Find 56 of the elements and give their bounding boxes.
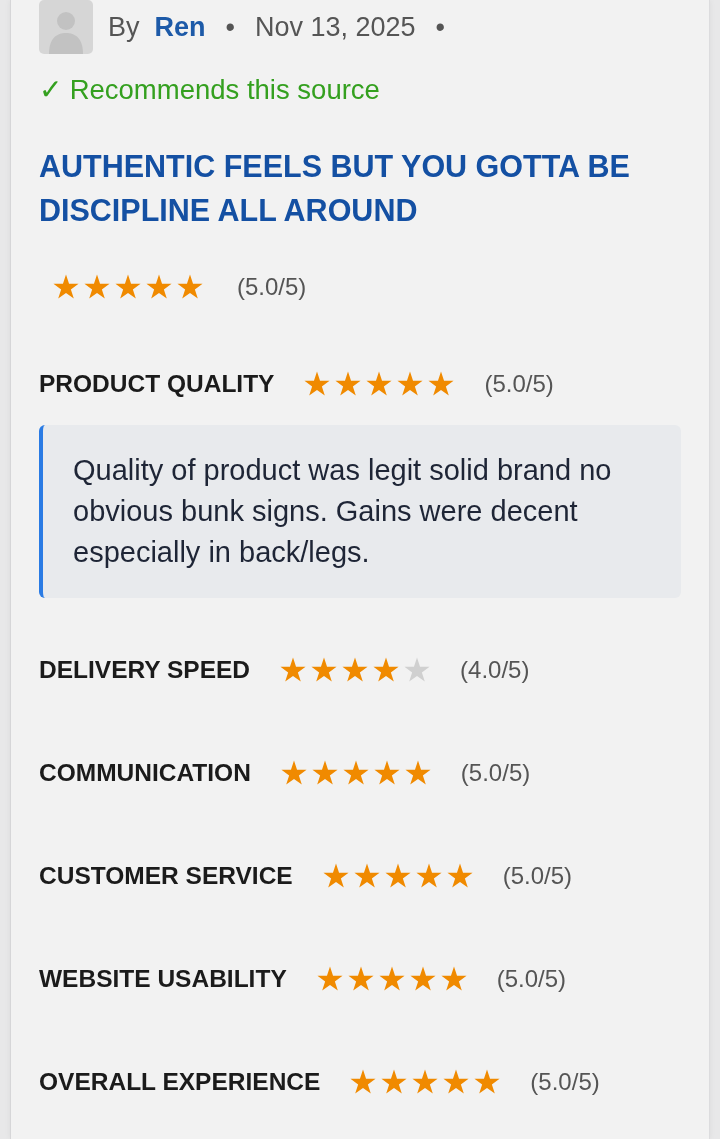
rating-score: (4.0/5) [460, 655, 530, 685]
star-icon [384, 863, 411, 889]
star-icon [373, 760, 400, 786]
rating-score: (5.0/5) [502, 861, 573, 891]
star-icon [146, 274, 172, 300]
separator-dot: • [224, 10, 236, 44]
star-icon [397, 371, 424, 397]
star-icon [342, 657, 369, 683]
rating-label: COMMUNICATION [39, 758, 251, 788]
star-icon [311, 760, 338, 786]
star-icon [381, 1069, 408, 1095]
rating-label: DELIVERY SPEED [39, 655, 251, 685]
star-icon [404, 657, 431, 683]
star-icon [366, 371, 393, 397]
star-icon [177, 274, 203, 300]
star-icon [53, 274, 79, 300]
rating-label: PRODUCT QUALITY [39, 369, 275, 399]
star-icon [115, 274, 141, 300]
star-icon [342, 760, 369, 786]
star-icon [84, 274, 110, 300]
star-icon [373, 657, 400, 683]
recommendation-text: ✓ Recommends this source [39, 74, 381, 106]
star-icon [474, 1069, 501, 1095]
star-icon [347, 966, 374, 992]
star-icon [316, 966, 343, 992]
author-link[interactable]: Ren [154, 6, 206, 48]
star-icon [446, 863, 473, 889]
star-icon [311, 657, 338, 683]
review-date: Nov 13, 2025 [255, 10, 416, 44]
review-title: AUTHENTIC FEELS BUT YOU GOTTA BE DISCIPLINE ALL AROUND [39, 148, 631, 229]
star-icon [378, 966, 405, 992]
rating-label: OVERALL EXPERIENCE [39, 1067, 321, 1097]
rating-score: (5.0/5) [530, 1067, 600, 1097]
rating-score: (5.0/5) [237, 272, 307, 302]
star-icon [280, 760, 307, 786]
star-icon [404, 760, 431, 786]
separator-dot: • [434, 10, 447, 44]
byline-prefix: By [108, 10, 140, 44]
star-icon [415, 863, 442, 889]
star-icon [428, 371, 455, 397]
star-icon [443, 1069, 470, 1095]
star-icon [322, 863, 349, 889]
rating-score: (5.0/5) [484, 369, 554, 399]
star-icon [412, 1069, 439, 1095]
star-icon [350, 1069, 377, 1095]
review-comment: Quality of product was legit solid brand no obvious bunk signs. Gains were decent especially in back/legs. [39, 425, 681, 598]
rating-label: WEBSITE USABILITY [39, 964, 287, 994]
star-icon [280, 657, 307, 683]
star-icon [353, 863, 380, 889]
star-icon [440, 966, 467, 992]
rating-label: CUSTOMER SERVICE [39, 861, 293, 891]
star-icon [335, 371, 362, 397]
rating-score: (5.0/5) [460, 758, 531, 788]
star-icon [409, 966, 436, 992]
star-icon [304, 371, 331, 397]
rating-score: (5.0/5) [496, 964, 567, 994]
